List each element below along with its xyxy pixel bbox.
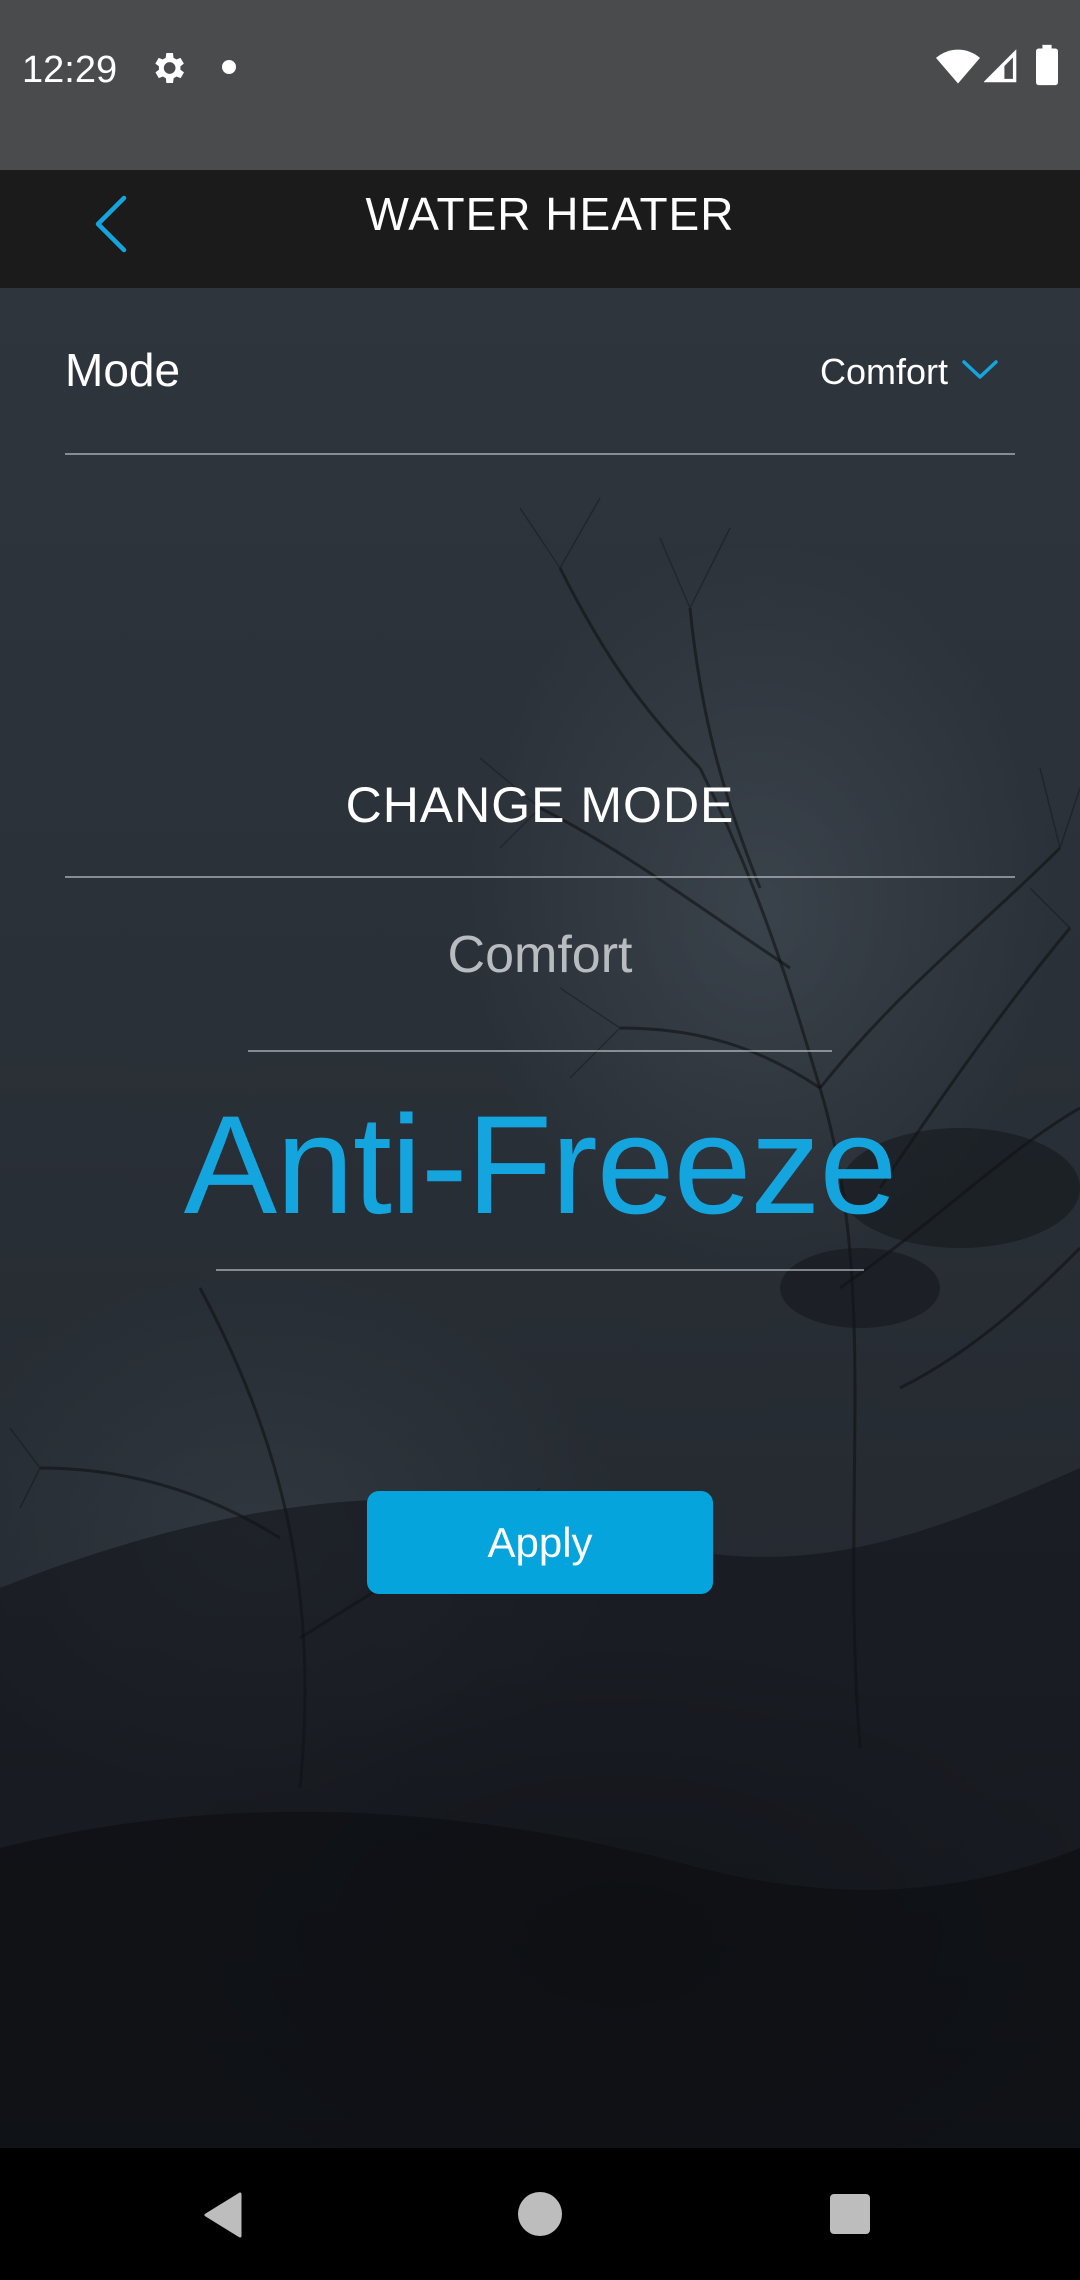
cell-signal-icon <box>984 49 1017 83</box>
mode-selected-value: Comfort <box>819 351 948 392</box>
status-bar: 12:29 <box>0 0 1080 170</box>
picker-selection-bottom-line <box>216 1269 864 1271</box>
water-heater-screen: 12:29 WATER HEATER Mode Comfort CHANGE M… <box>0 0 1080 2280</box>
apply-button[interactable]: Apply <box>367 1491 713 1594</box>
mode-option-comfort[interactable]: Comfort <box>0 920 1080 990</box>
app-header: WATER HEATER <box>0 170 1080 288</box>
battery-icon <box>1036 44 1058 86</box>
page-title: WATER HEATER <box>365 188 735 240</box>
change-mode-divider <box>65 876 1015 878</box>
change-mode-title: CHANGE MODE <box>345 777 735 833</box>
system-navigation-bar <box>0 2148 1080 2280</box>
mode-divider <box>65 453 1015 455</box>
gear-icon <box>155 53 184 83</box>
picker-selection-top-line <box>248 1050 832 1052</box>
notification-dot-icon <box>222 60 236 74</box>
home-circle-icon[interactable] <box>518 2192 562 2236</box>
mode-dropdown[interactable]: Comfort <box>760 342 1010 402</box>
recents-square-icon[interactable] <box>830 2194 870 2234</box>
status-time: 12:29 <box>22 49 118 91</box>
back-triangle-icon[interactable] <box>200 2190 248 2240</box>
wifi-icon <box>936 49 980 84</box>
mode-label: Mode <box>65 344 181 396</box>
mode-option-anti-freeze[interactable]: Anti-Freeze <box>0 1080 1080 1250</box>
chevron-down-icon <box>962 360 998 379</box>
